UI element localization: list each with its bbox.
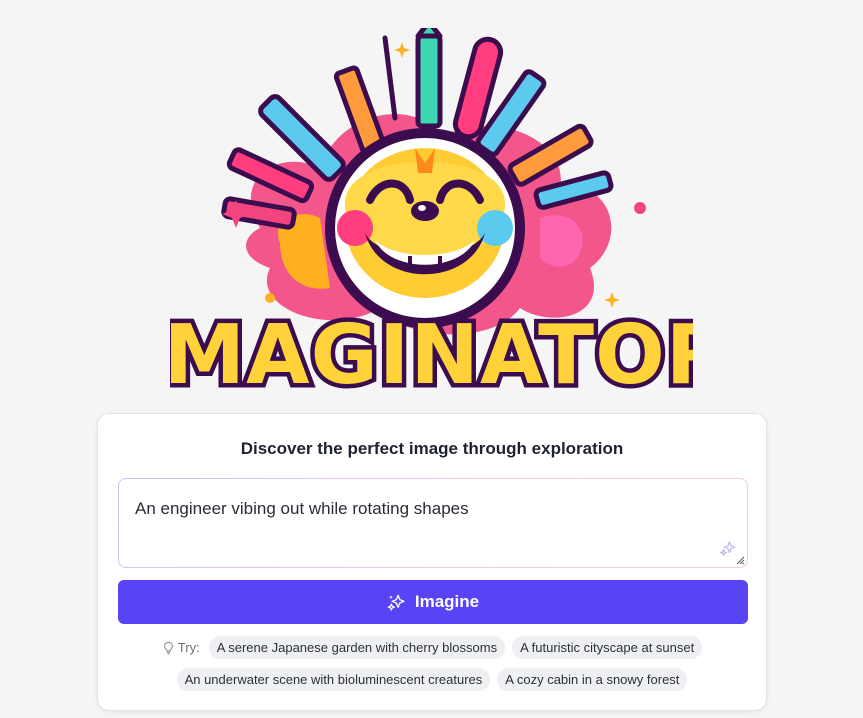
suggestions-row-1: Try: A serene Japanese garden with cherr…	[98, 636, 766, 659]
prompt-textarea[interactable]: An engineer vibing out while rotating sh…	[118, 478, 748, 568]
imagine-button[interactable]: Imagine	[118, 580, 748, 624]
try-label: Try:	[162, 640, 200, 655]
prompt-card: Discover the perfect image through explo…	[97, 413, 767, 711]
try-label-text: Try:	[177, 640, 200, 655]
logo-wordmark: IMAGINATOR	[170, 308, 693, 403]
prompt-text[interactable]: An engineer vibing out while rotating sh…	[135, 499, 469, 519]
imaginator-logo: IMAGINATOR	[170, 28, 693, 404]
suggestion-chip[interactable]: A cozy cabin in a snowy forest	[497, 668, 688, 691]
imagine-button-label: Imagine	[414, 592, 480, 611]
suggestions-row-2: An underwater scene with bioluminescent …	[98, 668, 766, 691]
suggestion-chip[interactable]: A serene Japanese garden with cherry blo…	[208, 636, 506, 659]
lightbulb-icon	[163, 641, 173, 654]
suggestion-chip[interactable]: A futuristic cityscape at sunset	[512, 636, 703, 659]
card-title: Discover the perfect image through explo…	[240, 439, 624, 458]
suggestion-chip[interactable]: An underwater scene with bioluminescent …	[176, 668, 491, 691]
resize-handle[interactable]	[735, 555, 745, 565]
sparkles-icon	[387, 594, 405, 611]
